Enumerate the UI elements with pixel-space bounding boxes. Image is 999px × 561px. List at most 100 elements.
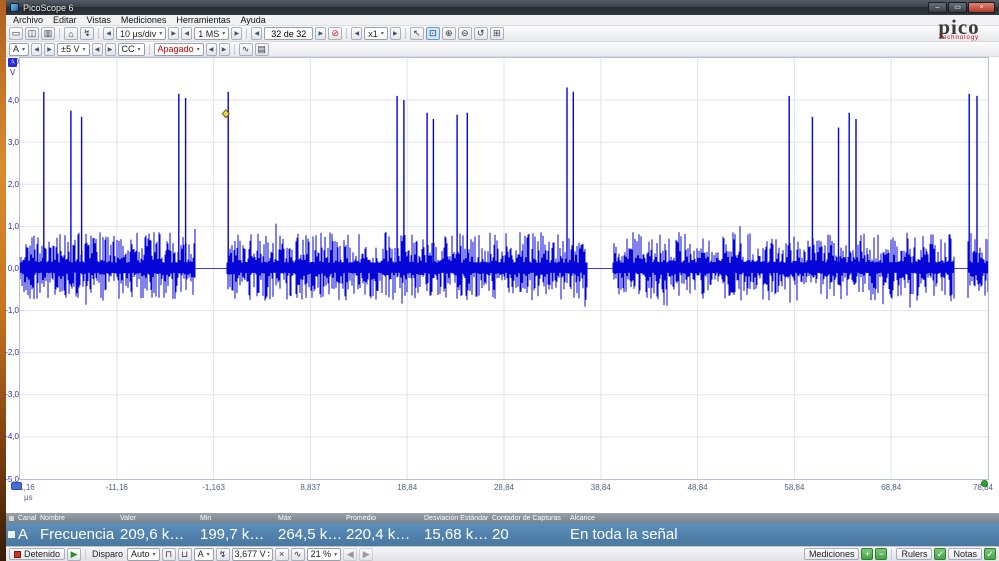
x-axis-label: 8,837 xyxy=(300,483,321,492)
channel-b-next-button[interactable]: ▶ xyxy=(218,42,230,56)
timebase-next-button[interactable]: ▶ xyxy=(168,27,180,40)
zoom-out-icon[interactable]: ⊖ xyxy=(457,27,472,40)
y-axis-label: -1,0 xyxy=(5,306,19,316)
toolbar-separator xyxy=(404,28,406,39)
channel-b-prev-button[interactable]: ◀ xyxy=(205,42,217,56)
axis-origin-marker[interactable] xyxy=(11,482,22,490)
caret-down-icon: ▾ xyxy=(137,46,141,53)
auto-setup-icon[interactable]: ↯ xyxy=(80,27,94,40)
trigger-channel-value: A xyxy=(197,549,204,559)
y-axis-label: -4,0 xyxy=(5,432,19,442)
y-axis-labels: 5,0 4,0 3,0 2,0 1,0 0,0 -1,0 -2,0 -3,0 -4,0 -5,0 xyxy=(5,57,20,484)
waveform-plot[interactable] xyxy=(19,57,989,480)
menu-mediciones[interactable]: Mediciones xyxy=(116,15,172,25)
spin-down-icon[interactable]: ▾ xyxy=(268,554,270,558)
captures-counter: 32 de 32 xyxy=(264,27,314,40)
samples-prev-button[interactable]: ◀ xyxy=(181,27,193,40)
capture-next-button[interactable]: ▶ xyxy=(315,27,327,40)
add-measurement-icon[interactable]: + xyxy=(861,548,874,560)
status-bar: Detenido ▶ Disparo Auto ▾ ⊓ ⊔ A ▾ ↯ 3,67… xyxy=(6,546,999,561)
channel-b-select[interactable]: Apagado ▾ xyxy=(153,42,204,56)
mediciones-label: Mediciones xyxy=(808,549,855,559)
rulers-label: Rulers xyxy=(901,549,928,559)
range-next-button[interactable]: ▶ xyxy=(44,42,56,56)
capture-toolbar: ▭ ◫ ▥ ⌂ ↯ ◀ 10 µs/div ▾ ▶ ◀ 1 MS ▾ ▶ ◀ 3… xyxy=(6,26,999,42)
menu-ayuda[interactable]: Ayuda xyxy=(235,15,270,25)
view-chart-icon[interactable]: ▥ xyxy=(41,27,55,40)
coupling-next-button[interactable]: ▶ xyxy=(104,42,116,56)
samples-select[interactable]: 1 MS ▾ xyxy=(194,27,230,40)
caret-down-icon: ▾ xyxy=(152,551,156,558)
col-max: Máx xyxy=(278,514,292,522)
view-split-icon[interactable]: ◫ xyxy=(25,27,39,40)
trigger-position-dot[interactable] xyxy=(981,480,988,487)
signal-generator-icon[interactable]: ∿ xyxy=(238,42,253,56)
capture-prev-button[interactable]: ◀ xyxy=(251,27,263,40)
toolbar-separator xyxy=(233,43,235,55)
statusbar-separator xyxy=(85,548,87,560)
trigger-level-spinner[interactable]: 3,677 V ▴ ▾ xyxy=(231,547,273,561)
zoom-factor-select[interactable]: x1 ▾ xyxy=(364,27,388,40)
pico-logo-subtext: Technology xyxy=(938,35,980,41)
channel-a-select[interactable]: A ▾ xyxy=(9,42,30,56)
maximize-button[interactable]: ▭ xyxy=(948,2,967,13)
stop-icon xyxy=(14,550,21,558)
cell-max: 264,5 k… xyxy=(278,526,343,543)
view-single-icon[interactable]: ▭ xyxy=(9,27,23,40)
zoom-in-icon[interactable]: ⊕ xyxy=(441,27,456,40)
menu-editar[interactable]: Editar xyxy=(48,15,82,25)
coupling-value: CC xyxy=(121,44,135,54)
start-capture-icon[interactable]: ▶ xyxy=(67,547,82,561)
rulers-button[interactable]: Rulers xyxy=(896,548,933,560)
toolbar-separator xyxy=(246,28,248,39)
coupling-select[interactable]: CC ▾ xyxy=(117,42,145,56)
pointer-tool-icon[interactable]: ↖ xyxy=(409,27,424,40)
menu-archivo[interactable]: Archivo xyxy=(8,15,48,25)
trigger-mode-value: Auto xyxy=(131,549,150,559)
edge-falling-icon[interactable]: ⊔ xyxy=(177,547,192,561)
pretrigger-select[interactable]: 21 % ▾ xyxy=(306,547,342,561)
samples-next-button[interactable]: ▶ xyxy=(231,27,243,40)
range-select[interactable]: ±5 V ▾ xyxy=(57,42,90,56)
coupling-prev-button[interactable]: ◀ xyxy=(91,42,103,56)
zoom-undo-icon[interactable]: ↺ xyxy=(473,27,488,40)
caret-down-icon: ▾ xyxy=(380,31,384,37)
channel-a-value: A xyxy=(13,44,20,54)
advanced-trigger-icon[interactable]: ∿ xyxy=(290,547,305,561)
caret-down-icon: ▾ xyxy=(222,31,226,37)
minimize-button[interactable]: – xyxy=(928,2,947,13)
x-axis-label: -11,16 xyxy=(105,483,128,492)
probes-icon[interactable]: ▤ xyxy=(254,42,269,56)
pan-tool-icon[interactable]: ⊞ xyxy=(489,27,504,40)
discard-captures-icon[interactable]: ⊘ xyxy=(328,27,343,40)
caret-down-icon: ▾ xyxy=(196,46,200,53)
notas-button[interactable]: Notas xyxy=(948,548,982,560)
home-icon[interactable]: ⌂ xyxy=(64,27,78,40)
marquee-zoom-tool-icon[interactable]: ⊡ xyxy=(425,27,440,40)
col-promedio: Promedio xyxy=(346,514,376,522)
range-prev-button[interactable]: ◀ xyxy=(31,42,43,56)
timebase-select[interactable]: 10 µs/div ▾ xyxy=(116,27,167,40)
edge-rising-icon[interactable]: ⊓ xyxy=(161,547,176,561)
mediciones-button[interactable]: Mediciones xyxy=(803,548,860,560)
prev-buffer-icon[interactable]: ◀ xyxy=(343,547,358,561)
spinner-arrows[interactable]: ▴ ▾ xyxy=(268,550,270,558)
zoomfactor-prev-button[interactable]: ◀ xyxy=(351,27,363,40)
timebase-prev-button[interactable]: ◀ xyxy=(103,27,114,40)
remove-measurement-icon[interactable]: − xyxy=(875,548,888,560)
zoomfactor-next-button[interactable]: ▶ xyxy=(389,27,401,40)
clear-trigger-icon[interactable]: × xyxy=(274,547,289,561)
measurement-row[interactable]: A Frecuencia 209,6 k… 199,7 k… 264,5 k… … xyxy=(6,523,999,546)
close-button[interactable]: × xyxy=(968,2,995,13)
menu-vistas[interactable]: Vistas xyxy=(82,15,116,25)
trigger-mode-select[interactable]: Auto ▾ xyxy=(127,547,160,561)
next-buffer-icon[interactable]: ▶ xyxy=(359,547,374,561)
trigger-channel-select[interactable]: A ▾ xyxy=(193,547,214,561)
notas-toggle-icon[interactable]: ✓ xyxy=(984,548,996,560)
y-axis-label: 4,0 xyxy=(7,95,19,105)
run-stop-button[interactable]: Detenido xyxy=(9,548,66,560)
rulers-toggle-icon[interactable]: ✓ xyxy=(934,548,947,560)
menu-herramientas[interactable]: Herramientas xyxy=(171,15,235,25)
x-axis-label: 58,84 xyxy=(784,483,805,492)
trigger-type-icon[interactable]: ↯ xyxy=(215,547,230,561)
